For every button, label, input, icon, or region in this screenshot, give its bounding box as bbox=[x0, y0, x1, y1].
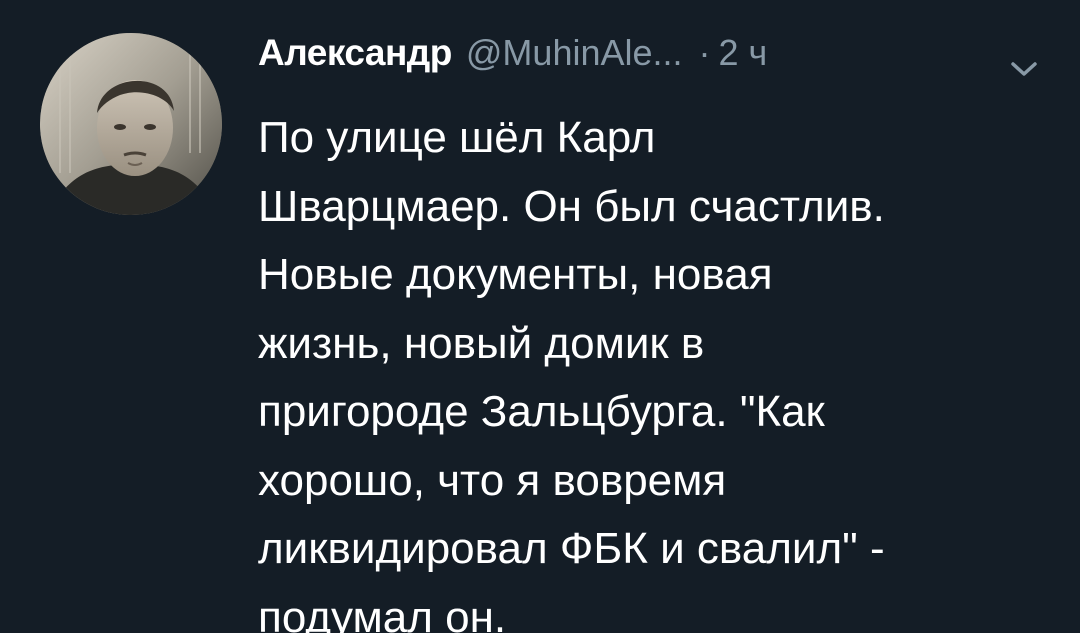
avatar-photo bbox=[40, 33, 222, 215]
tweet: Александр @MuhinAle... · 2 ч По улице шё… bbox=[0, 0, 1080, 633]
timestamp[interactable]: 2 ч bbox=[719, 32, 768, 74]
chevron-down-icon[interactable] bbox=[1005, 56, 1043, 82]
tweet-text: По улице шёл Карл Шварцмаер. Он был счас… bbox=[258, 104, 1048, 633]
author-name[interactable]: Александр bbox=[258, 32, 452, 74]
tweet-text-line: По улице шёл Карл bbox=[258, 113, 656, 162]
tweet-text-line: ликвидировал ФБК и свалил" - bbox=[258, 524, 885, 573]
tweet-header: Александр @MuhinAle... · 2 ч bbox=[258, 32, 767, 92]
tweet-text-line: пригороде Зальцбурга. "Как bbox=[258, 387, 825, 436]
tweet-text-line: хорошо, что я вовремя bbox=[258, 455, 727, 505]
tweet-text-line: жизнь, новый домик в bbox=[258, 318, 705, 368]
tweet-text-line: Новые документы, новая bbox=[258, 250, 773, 299]
tweet-text-line: подумал он. bbox=[258, 592, 507, 633]
tweet-text-line: Шварцмаер. Он был счастлив. bbox=[258, 181, 885, 231]
separator-dot: · bbox=[698, 32, 711, 73]
avatar[interactable] bbox=[40, 33, 222, 215]
author-handle[interactable]: @MuhinAle... bbox=[466, 32, 683, 74]
